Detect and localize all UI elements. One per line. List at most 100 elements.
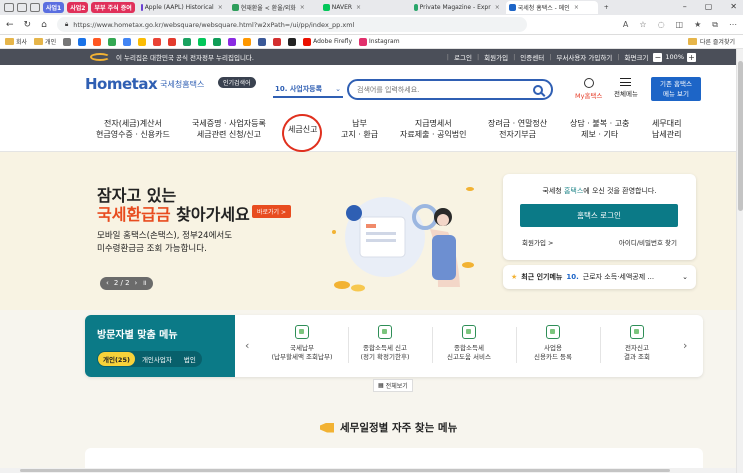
menu-e-filing-result[interactable]: 전자신고 결과 조회 (595, 325, 679, 362)
extensions-icon[interactable]: ◌ (658, 20, 665, 30)
bookmark-icon[interactable] (228, 37, 237, 46)
tab-exchange[interactable]: 현재환율 < 환율/외화 × (229, 2, 317, 13)
tab-individual[interactable]: 개인(25) (98, 352, 135, 366)
refresh-icon[interactable]: ↻ (24, 20, 32, 30)
cert-center-link[interactable]: 인증센터 (520, 52, 544, 62)
favorites-icon[interactable]: ★ (694, 20, 701, 30)
tab-sole-proprietor[interactable]: 개인사업자 (137, 352, 177, 366)
profile-icon[interactable] (4, 3, 14, 12)
bookmark-folder-personal[interactable]: 개인 (34, 37, 56, 46)
bookmark-icon[interactable] (213, 37, 222, 46)
bookmark-icon[interactable] (63, 37, 72, 46)
bookmark-folder-company[interactable]: 회사 (5, 37, 27, 46)
welcome-suffix: 에 오신 것을 환영합니다. (583, 187, 657, 195)
tab-naver[interactable]: NAVER × (320, 2, 408, 13)
bookmark-icon[interactable] (108, 37, 117, 46)
bookmark-icon[interactable] (258, 37, 267, 46)
menu-income-tax-filing[interactable]: 종합소득세 신고 (정기 확정기한후) (343, 325, 427, 362)
nav-item-tax-agent[interactable]: 세무대리 납세관리 (652, 118, 681, 140)
bookmark-adobe-firefly[interactable]: Adobe Firefly (303, 37, 352, 46)
tab-group-business2[interactable]: 사업2 (67, 2, 89, 13)
close-icon[interactable]: × (356, 4, 361, 11)
menu-business-card[interactable]: 사업용 신용카드 등록 (511, 325, 595, 362)
pause-icon[interactable]: ॥ (142, 279, 146, 288)
tab-magazine[interactable]: Private Magazine - Expr × (411, 2, 503, 13)
bookmark-icon[interactable] (123, 37, 132, 46)
menu-tax-payment[interactable]: 국세납부 (납부할세액 조회납부) (260, 325, 344, 362)
bookmark-instagram[interactable]: Instagram (359, 37, 400, 46)
collections-icon[interactable]: ⧉ (712, 20, 718, 30)
back-icon[interactable]: ← (6, 20, 14, 30)
close-icon[interactable]: × (495, 4, 500, 11)
prev-icon[interactable]: ‹ (106, 279, 109, 288)
tab-label: Apple (AAPL) Historical (144, 4, 214, 11)
tab-apple[interactable]: Apple (AAPL) Historical × (138, 2, 226, 13)
bookmark-icon[interactable] (288, 37, 297, 46)
tab-hometax[interactable]: 국세청 홈택스 - 메인 × (505, 1, 598, 14)
read-aloud-icon[interactable]: A (623, 20, 628, 30)
nav-item-certificate[interactable]: 국세증명 · 사업자등록 세금관련 신청/신고 (192, 118, 266, 140)
hometax-logo[interactable]: Hometax 국세청홈택스 (85, 75, 204, 93)
close-icon[interactable]: × (218, 4, 223, 11)
bookmark-icon[interactable] (168, 37, 177, 46)
tab-corporation[interactable]: 법인 (179, 352, 201, 366)
minimize-icon[interactable]: – (683, 2, 687, 11)
bookmark-icon[interactable] (138, 37, 147, 46)
horizontal-scrollbar[interactable] (0, 468, 736, 473)
welcome-highlight: 홈택스 (563, 187, 584, 195)
favorite-icon[interactable]: ☆ (639, 20, 646, 30)
login-button[interactable]: 홈택스 로그인 (520, 204, 678, 227)
vertical-scrollbar[interactable] (736, 49, 743, 473)
scrollbar-thumb[interactable] (738, 61, 743, 211)
signup-link[interactable]: 회원가입 > (522, 237, 553, 247)
search-input[interactable] (357, 85, 527, 94)
close-window-icon[interactable]: ✕ (730, 2, 737, 11)
bookmark-icon[interactable] (198, 37, 207, 46)
nav-item-statement[interactable]: 지급명세서 자료제출 · 공익법인 (400, 118, 467, 140)
find-id-password-link[interactable]: 아이디/비밀번호 찾기 (619, 237, 677, 247)
tab-group-stock-gift[interactable]: 부부 주식 증여 (91, 2, 135, 13)
split-icon[interactable]: ◫ (676, 20, 684, 30)
signup-link[interactable]: 회원가입 (484, 52, 508, 62)
bookmark-other[interactable]: 다른 즐겨찾기 (687, 37, 735, 46)
url-field[interactable]: 🔒︎ https://www.hometax.go.kr/websquare/w… (56, 17, 527, 32)
tab-actions-icon[interactable] (30, 3, 40, 12)
workspaces-icon[interactable] (17, 3, 27, 12)
dept-user-link[interactable]: 부서사용자 가입하기 (556, 52, 612, 62)
hero-shortcut-button[interactable]: 바로가기 > (252, 205, 292, 218)
recent-popular-menu[interactable]: ★ 최근 인기메뉴 10. 근로자 소득·세액공제 ... ⌄ (503, 265, 696, 289)
zoom-in-button[interactable]: + (687, 52, 696, 62)
all-menu-button[interactable]: 전체메뉴 (614, 78, 638, 98)
bookmark-icon[interactable] (243, 37, 252, 46)
visitor-menu-panel: 방문자별 맞춤 메뉴 개인(25) 개인사업자 법인 ‹ 국세납부 (납부할세액… (85, 315, 703, 377)
maximize-icon[interactable]: ▢ (705, 2, 713, 11)
my-hometax-button[interactable]: My홈택스 (575, 78, 602, 100)
more-icon[interactable]: ⋯ (729, 20, 737, 30)
bookmark-icon[interactable] (183, 37, 192, 46)
popular-search-select[interactable]: 10. 사업자등록 ⌄ (273, 82, 343, 98)
nav-item-payment[interactable]: 납부 고지 · 환급 (341, 118, 378, 140)
legacy-menu-button[interactable]: 기존 홈택스 메뉴 보기 (651, 77, 701, 101)
search-icon[interactable] (533, 84, 543, 95)
nav-item-incentive[interactable]: 장려금 · 연말정산 전자기부금 (488, 118, 547, 140)
scrollbar-thumb[interactable] (20, 469, 670, 472)
chevron-left-icon[interactable]: ‹ (245, 339, 249, 352)
zoom-out-button[interactable]: − (653, 52, 663, 62)
login-link[interactable]: 로그인 (454, 52, 472, 62)
view-all-button[interactable]: ▦ 전체보기 (373, 379, 413, 392)
bookmark-icon[interactable] (273, 37, 282, 46)
close-icon[interactable]: × (300, 4, 305, 11)
home-icon[interactable]: ⌂ (41, 20, 47, 30)
close-icon[interactable]: × (574, 4, 579, 11)
adobe-icon (303, 37, 312, 46)
chevron-right-icon[interactable]: › (683, 339, 687, 352)
nav-item-consultation[interactable]: 상담 · 불복 · 고충 제보 · 기타 (570, 118, 629, 140)
bookmark-icon[interactable] (93, 37, 102, 46)
new-tab-button[interactable]: + (601, 2, 612, 13)
tab-group-business1[interactable]: 사업1 (43, 2, 65, 13)
bookmark-icon[interactable] (153, 37, 162, 46)
bookmark-icon[interactable] (78, 37, 87, 46)
next-icon[interactable]: › (135, 279, 138, 288)
menu-income-tax-help[interactable]: 종합소득세 신고도움 서비스 (427, 325, 511, 362)
nav-item-e-invoice[interactable]: 전자(세금)계산서 현금영수증 · 신용카드 (96, 118, 170, 140)
